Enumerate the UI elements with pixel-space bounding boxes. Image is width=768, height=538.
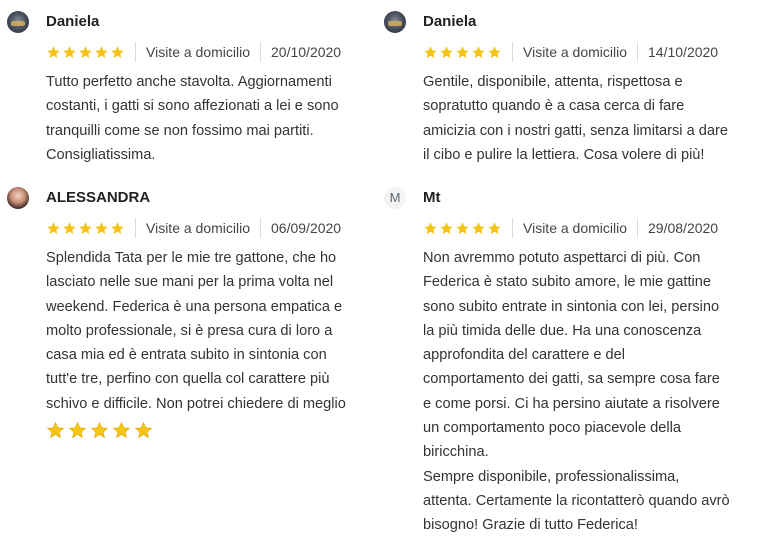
service-label: Visite a domicilio [136, 218, 262, 238]
avatar[interactable] [7, 11, 29, 33]
review-card: M Mt Visite a domicilio 29/08/2020 Non a… [384, 187, 763, 538]
star-rating [46, 42, 136, 62]
review-text: Tutto perfetto anche stavolta. Aggiornam… [46, 74, 339, 163]
star-icon [63, 221, 76, 234]
review-date: 29/08/2020 [648, 220, 719, 236]
review-author[interactable]: Daniela [423, 11, 763, 33]
emoji-stars [46, 421, 386, 440]
review-text: Splendida Tata per le mie tre gattone, c… [46, 250, 346, 412]
star-rating [423, 42, 513, 62]
star-icon [440, 221, 453, 234]
review-text: Gentile, disponibile, attenta, rispettos… [423, 74, 728, 163]
star-icon [424, 45, 437, 58]
star-icon [68, 421, 87, 439]
review-meta: Visite a domicilio 06/09/2020 [46, 217, 386, 239]
star-icon [472, 45, 485, 58]
star-icon [79, 45, 92, 58]
star-icon [456, 221, 469, 234]
review-meta: Visite a domicilio 20/10/2020 [46, 41, 386, 63]
star-icon [79, 221, 92, 234]
review-meta: Visite a domicilio 29/08/2020 [423, 217, 763, 239]
review-author[interactable]: Daniela [46, 11, 386, 33]
star-icon [456, 45, 469, 58]
review-date: 20/10/2020 [271, 44, 342, 60]
star-icon [47, 221, 60, 234]
review-date: 14/10/2020 [648, 44, 719, 60]
review-author[interactable]: ALESSANDRA [46, 187, 386, 209]
star-icon [47, 45, 60, 58]
star-icon [424, 221, 437, 234]
service-label: Visite a domicilio [513, 218, 639, 238]
service-label: Visite a domicilio [136, 42, 262, 62]
star-icon [63, 45, 76, 58]
avatar[interactable] [384, 11, 406, 33]
review-meta: Visite a domicilio 14/10/2020 [423, 41, 763, 63]
star-icon [111, 221, 124, 234]
review-card: ALESSANDRA Visite a domicilio 06/09/2020… [7, 187, 386, 440]
avatar[interactable] [7, 187, 29, 209]
star-rating [46, 218, 136, 238]
star-icon [90, 421, 109, 439]
star-icon [472, 221, 485, 234]
review-author[interactable]: Mt [423, 187, 763, 209]
star-icon [95, 45, 108, 58]
star-icon [46, 421, 65, 439]
review-date: 06/09/2020 [271, 220, 342, 236]
review-text: Non avremmo potuto aspettarci di più. Co… [423, 250, 730, 534]
star-icon [488, 45, 501, 58]
star-icon [134, 421, 153, 439]
star-icon [488, 221, 501, 234]
star-icon [440, 45, 453, 58]
star-icon [111, 45, 124, 58]
review-card: Daniela Visite a domicilio 20/10/2020 Tu… [7, 11, 386, 167]
star-icon [112, 421, 131, 439]
star-rating [423, 218, 513, 238]
star-icon [95, 221, 108, 234]
review-card: Daniela Visite a domicilio 14/10/2020 Ge… [384, 11, 763, 167]
service-label: Visite a domicilio [513, 42, 639, 62]
avatar[interactable]: M [384, 187, 406, 209]
